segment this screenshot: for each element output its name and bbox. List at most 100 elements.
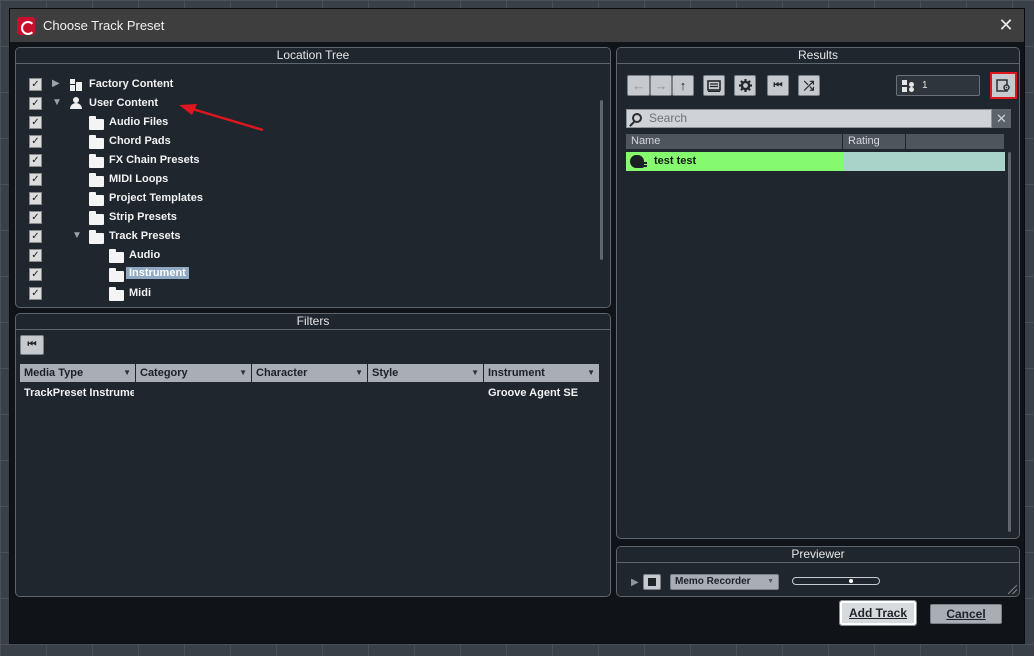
user-icon (70, 97, 82, 109)
volume-slider[interactable] (792, 577, 880, 585)
column-header-extra[interactable] (906, 134, 1005, 149)
track-preset-icon (630, 155, 647, 168)
tree-item-track-presets[interactable]: ✓ ▼ Track Presets (16, 227, 596, 246)
dropdown-arrow-icon: ▼ (239, 368, 247, 377)
volume-slider-knob[interactable] (849, 579, 853, 583)
checkbox[interactable]: ✓ (29, 230, 42, 243)
folder-icon (89, 173, 104, 187)
tree-item-midi[interactable]: ✓ Midi (16, 284, 596, 303)
tree-item-audio[interactable]: ✓ Audio (16, 246, 596, 265)
tree-item-midi-loops[interactable]: ✓ MIDI Loops (16, 170, 596, 189)
checkbox[interactable]: ✓ (29, 97, 42, 110)
gear-icon (738, 79, 752, 92)
play-icon[interactable]: ▶ (631, 577, 639, 588)
tree-item-label: Instrument (126, 267, 189, 279)
result-name-cell: test test (626, 152, 844, 171)
reset-results-button[interactable]: ⏮ (767, 75, 789, 96)
expand-arrow-icon[interactable]: ▶ (52, 78, 62, 89)
shuffle-button[interactable]: ⤮ (798, 75, 820, 96)
dropdown-arrow-icon: ▼ (587, 368, 595, 377)
forward-button[interactable]: → (650, 75, 672, 96)
tree-item-label: Strip Presets (109, 211, 177, 223)
cubase-logo-icon (17, 16, 35, 35)
results-scrollbar[interactable] (1008, 152, 1011, 532)
search-input[interactable] (649, 111, 991, 125)
column-header-rating[interactable]: Rating (843, 134, 906, 149)
tree-item-label: Chord Pads (109, 135, 171, 147)
tree-item-audio-files[interactable]: ✓ Audio Files (16, 113, 596, 132)
checkbox[interactable]: ✓ (29, 287, 42, 300)
checkbox[interactable]: ✓ (29, 116, 42, 129)
dropdown-arrow-icon: ▼ (767, 578, 774, 585)
back-button[interactable]: ← (627, 75, 650, 96)
resize-grip-icon[interactable] (1008, 585, 1017, 594)
location-tree-panel: Location Tree ✓ ▶ Factory Content ✓ ▼ Us… (15, 47, 611, 308)
checkbox[interactable]: ✓ (29, 78, 42, 91)
filter-column-instrument[interactable]: Instrument ▼ (484, 364, 600, 382)
memo-recorder-select[interactable]: Memo Recorder ▼ (670, 574, 779, 590)
filter-column-label: Category (140, 367, 188, 379)
result-row[interactable]: test test (626, 152, 1005, 171)
filter-column-label: Media Type (24, 367, 84, 379)
stop-button[interactable] (643, 574, 661, 590)
close-button[interactable]: ✕ (996, 15, 1016, 35)
factory-content-icon (70, 79, 82, 91)
folder-view-icon (707, 79, 721, 92)
filter-column-character[interactable]: Character ▼ (252, 364, 368, 382)
collapse-arrow-icon[interactable]: ▼ (52, 97, 62, 108)
dropdown-arrow-icon: ▼ (123, 368, 131, 377)
tree-item-label: Audio (129, 249, 161, 261)
tree-item-strip-presets[interactable]: ✓ Strip Presets (16, 208, 596, 227)
tree-item-label: Track Presets (109, 230, 181, 242)
filter-value-instrument[interactable]: Groove Agent SE (488, 387, 598, 399)
column-header-name[interactable]: Name (626, 134, 843, 149)
filters-panel: Filters ⏮ Media Type ▼ Category ▼ Characte… (15, 313, 611, 597)
checkbox[interactable]: ✓ (29, 154, 42, 167)
settings-button[interactable] (734, 75, 756, 96)
add-track-label: Add Track (848, 606, 908, 620)
result-name: test test (654, 155, 697, 167)
filter-column-category[interactable]: Category ▼ (136, 364, 252, 382)
checkbox[interactable]: ✓ (29, 192, 42, 205)
cancel-button[interactable]: Cancel (930, 604, 1002, 624)
checkbox[interactable]: ✓ (29, 249, 42, 262)
up-button[interactable]: ↑ (672, 75, 694, 96)
tree-item-chord-pads[interactable]: ✓ Chord Pads (16, 132, 596, 151)
tree-item-user-content[interactable]: ✓ ▼ User Content (16, 94, 596, 113)
folder-icon (89, 154, 104, 168)
filter-column-label: Style (372, 367, 399, 379)
dropdown-arrow-icon: ▼ (471, 368, 479, 377)
checkbox[interactable]: ✓ (29, 135, 42, 148)
add-track-button[interactable]: Add Track (839, 600, 917, 626)
search-icon (632, 113, 642, 123)
folder-icon (109, 268, 124, 282)
search-field[interactable] (626, 109, 992, 128)
clear-search-button[interactable]: ✕ (992, 109, 1011, 128)
folder-icon (109, 287, 124, 301)
results-panel: Results ← → ↑ ⏮ ⤮ 1 Search ✕ Name Rating… (616, 47, 1020, 539)
tree-item-label: Factory Content (89, 78, 174, 90)
column-settings-button[interactable] (990, 72, 1017, 99)
show-folder-button[interactable] (703, 75, 725, 96)
tree-item-label: Project Templates (109, 192, 203, 204)
view-mode-icon (902, 80, 914, 92)
previewer-header: Previewer (617, 547, 1019, 563)
tree-item-factory-content[interactable]: ✓ ▶ Factory Content (16, 75, 596, 94)
title-bar: Choose Track Preset ✕ (10, 9, 1024, 42)
filter-column-style[interactable]: Style ▼ (368, 364, 484, 382)
previewer-panel: Previewer ▶ Memo Recorder ▼ (616, 546, 1020, 597)
checkbox[interactable]: ✓ (29, 268, 42, 281)
tree-item-fx-chain-presets[interactable]: ✓ FX Chain Presets (16, 151, 596, 170)
checkbox[interactable]: ✓ (29, 211, 42, 224)
tree-item-instrument[interactable]: ✓ Instrument (16, 265, 596, 284)
checkbox[interactable]: ✓ (29, 173, 42, 186)
filter-column-media-type[interactable]: Media Type ▼ (20, 364, 136, 382)
reset-filters-button[interactable]: ⏮ (20, 335, 44, 355)
tree-item-label: Audio Files (109, 116, 169, 128)
collapse-arrow-icon[interactable]: ▼ (72, 230, 82, 241)
results-header: Results (617, 48, 1019, 64)
tree-item-project-templates[interactable]: ✓ Project Templates (16, 189, 596, 208)
filter-value-media-type[interactable]: TrackPreset Instrument (24, 387, 134, 399)
tree-scrollbar[interactable] (600, 100, 603, 260)
dropdown-arrow-icon: ▼ (355, 368, 363, 377)
